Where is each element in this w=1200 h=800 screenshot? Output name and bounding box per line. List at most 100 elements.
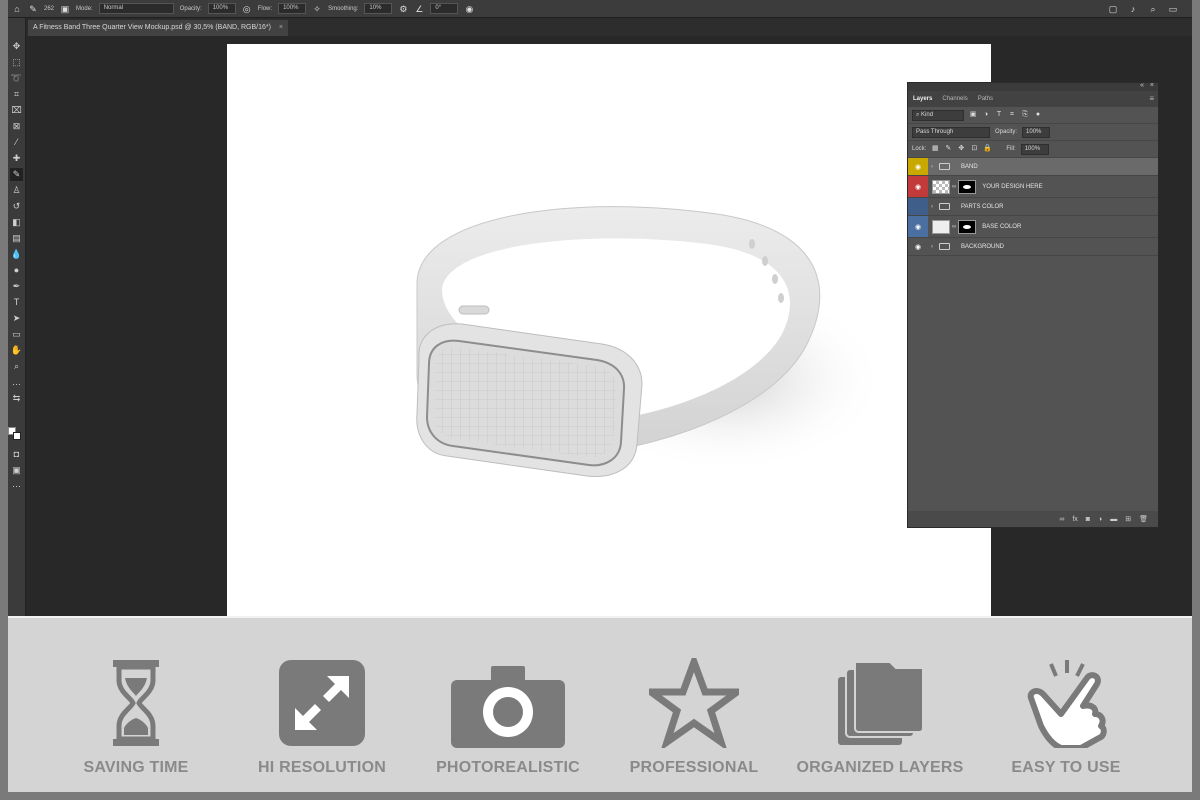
- hand-tool-icon[interactable]: ✋: [10, 344, 23, 357]
- home-icon[interactable]: ⌂: [12, 4, 22, 14]
- layer-band[interactable]: ◉ › BAND: [908, 158, 1158, 176]
- filter-toggle-icon[interactable]: ●: [1034, 111, 1042, 119]
- tab-paths[interactable]: Paths: [978, 96, 993, 102]
- angle-input[interactable]: 0°: [430, 3, 459, 14]
- fx-icon[interactable]: fx: [1072, 516, 1077, 523]
- mode-dropdown[interactable]: Normal: [98, 3, 174, 14]
- swap-colors-icon[interactable]: ⇆: [10, 392, 23, 405]
- zoom-tool-icon[interactable]: ⌕: [10, 360, 23, 373]
- link-layers-icon[interactable]: ∞: [1059, 516, 1064, 523]
- brush-tool-icon[interactable]: ✎: [28, 4, 38, 14]
- filter-kind-label: Kind: [921, 111, 934, 118]
- gradient-tool-icon[interactable]: ▤: [10, 232, 23, 245]
- layer-background[interactable]: ◉ › BACKGROUND: [908, 238, 1158, 256]
- layer-base-color[interactable]: ◉ ∞ BASE COLOR: [908, 216, 1158, 238]
- airbrush-icon[interactable]: ✧: [312, 4, 322, 14]
- move-tool-icon[interactable]: ✥: [10, 40, 23, 53]
- visibility-eye-icon[interactable]: ◉: [908, 158, 928, 175]
- expand-arrow-icon[interactable]: ›: [931, 244, 939, 250]
- folder-icon: [939, 243, 950, 250]
- feature-saving-time: SAVING TIME: [51, 658, 221, 788]
- more-tools-icon[interactable]: …: [10, 376, 23, 389]
- quick-select-tool-icon[interactable]: ⌗: [10, 88, 23, 101]
- filter-type-icon[interactable]: T: [995, 111, 1003, 119]
- pen-tool-icon[interactable]: ✒: [10, 280, 23, 293]
- close-tab-icon[interactable]: ×: [279, 20, 283, 36]
- camera-icon: [451, 666, 565, 748]
- filter-smart-object-icon[interactable]: ⎘: [1021, 111, 1029, 119]
- lock-artboard-icon[interactable]: ⊡: [970, 145, 978, 153]
- link-icon[interactable]: ∞: [952, 224, 956, 230]
- clone-stamp-tool-icon[interactable]: ♙: [10, 184, 23, 197]
- share-icon[interactable]: ▢: [1108, 4, 1118, 14]
- lasso-tool-icon[interactable]: ➰: [10, 72, 23, 85]
- pressure-size-icon[interactable]: ◉: [464, 4, 474, 14]
- background-color-swatch[interactable]: [13, 432, 21, 440]
- edit-toolbar-icon[interactable]: ⋯: [10, 480, 23, 493]
- opacity-input[interactable]: 100%: [207, 3, 236, 14]
- feature-easy-to-use: EASY TO USE: [981, 658, 1151, 788]
- healing-tool-icon[interactable]: ✚: [10, 152, 23, 165]
- expand-arrow-icon[interactable]: ›: [931, 204, 939, 210]
- brush-tool-icon[interactable]: ✎: [10, 168, 23, 181]
- collapse-panel-icon[interactable]: «: [1140, 82, 1144, 89]
- fitness-band-image: [416, 206, 887, 478]
- add-mask-icon[interactable]: ◙: [1086, 516, 1090, 523]
- layer-fill-input[interactable]: 100%: [1020, 143, 1049, 155]
- new-group-icon[interactable]: ▬: [1110, 516, 1117, 523]
- smoothing-input[interactable]: 10%: [364, 3, 393, 14]
- panel-menu-icon[interactable]: ≡: [1149, 94, 1154, 103]
- lock-image-icon[interactable]: ✎: [944, 145, 952, 153]
- close-panel-icon[interactable]: ×: [1150, 82, 1154, 89]
- document-canvas[interactable]: [227, 44, 991, 616]
- brush-size[interactable]: 262: [44, 6, 54, 12]
- crop-tool-icon[interactable]: ⌧: [10, 104, 23, 117]
- dodge-tool-icon[interactable]: ●: [10, 264, 23, 277]
- adjustment-layer-icon[interactable]: ◑: [1098, 516, 1102, 523]
- screen-mode-icon[interactable]: ▣: [10, 464, 23, 477]
- quick-mask-icon[interactable]: ◘: [10, 448, 23, 461]
- eraser-tool-icon[interactable]: ◧: [10, 216, 23, 229]
- tab-layers[interactable]: Layers: [913, 96, 932, 102]
- pressure-opacity-icon[interactable]: ◎: [242, 4, 252, 14]
- new-layer-icon[interactable]: ⊞: [1125, 515, 1131, 523]
- link-icon[interactable]: ∞: [952, 184, 956, 190]
- path-select-tool-icon[interactable]: ➤: [10, 312, 23, 325]
- search-icon[interactable]: ⌕: [1148, 4, 1158, 14]
- opacity-label: Opacity:: [179, 5, 202, 12]
- notifications-icon[interactable]: ♪: [1128, 4, 1138, 14]
- lock-transparent-icon[interactable]: ▦: [931, 145, 939, 153]
- filter-adjustment-icon[interactable]: ◑: [982, 111, 990, 119]
- blend-mode-dropdown[interactable]: Pass Through: [912, 126, 990, 138]
- layer-parts-color[interactable]: › PARTS COLOR: [908, 198, 1158, 216]
- filter-kind-dropdown[interactable]: ⌕ Kind: [912, 109, 964, 121]
- document-tab[interactable]: A Fitness Band Three Quarter View Mockup…: [28, 20, 288, 36]
- workspace-icon[interactable]: ▭: [1168, 4, 1178, 14]
- visibility-eye-icon[interactable]: [908, 198, 928, 215]
- visibility-eye-icon[interactable]: ◉: [908, 238, 928, 255]
- shape-tool-icon[interactable]: ▭: [10, 328, 23, 341]
- angle-icon: ∠: [415, 3, 424, 14]
- layer-your-design-here[interactable]: ◉ ∞ YOUR DESIGN HERE: [908, 176, 1158, 198]
- stacked-folders-icon: [836, 661, 924, 747]
- history-brush-tool-icon[interactable]: ↺: [10, 200, 23, 213]
- filter-shape-icon[interactable]: ⌗: [1008, 111, 1016, 119]
- frame-tool-icon[interactable]: ⊠: [10, 120, 23, 133]
- delete-layer-icon[interactable]: 🗑: [1139, 515, 1148, 523]
- eyedropper-tool-icon[interactable]: ⁄: [10, 136, 23, 149]
- blur-tool-icon[interactable]: 💧: [10, 248, 23, 261]
- visibility-eye-icon[interactable]: ◉: [908, 216, 928, 237]
- lock-position-icon[interactable]: ✥: [957, 145, 965, 153]
- visibility-eye-icon[interactable]: ◉: [908, 176, 928, 197]
- smoothing-settings-icon[interactable]: ⚙: [398, 4, 408, 14]
- type-tool-icon[interactable]: T: [10, 296, 23, 309]
- lock-all-icon[interactable]: 🔒: [983, 145, 992, 153]
- expand-arrow-icon[interactable]: ›: [931, 164, 939, 170]
- marquee-tool-icon[interactable]: ⬚: [10, 56, 23, 69]
- tab-channels[interactable]: Channels: [942, 96, 967, 102]
- hourglass-icon: [113, 660, 159, 746]
- flow-input[interactable]: 100%: [278, 3, 307, 14]
- filter-pixel-icon[interactable]: ▣: [969, 111, 977, 119]
- layer-opacity-input[interactable]: 100%: [1022, 126, 1051, 138]
- brush-settings-icon[interactable]: ▣: [60, 4, 70, 14]
